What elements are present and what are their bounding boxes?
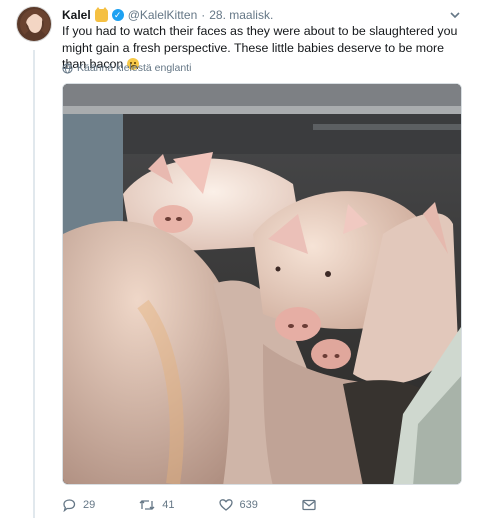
envelope-icon: [302, 499, 316, 511]
avatar[interactable]: [16, 6, 52, 42]
reply-count: 29: [83, 499, 96, 511]
like-count: 639: [239, 499, 258, 511]
separator-dot: ·: [201, 8, 206, 22]
thread-line: [33, 50, 35, 518]
retweet-button[interactable]: 41: [139, 498, 175, 512]
tweet-header: Kalel ✓ @KalelKitten · 28. maalisk.: [62, 6, 273, 23]
reply-icon: [62, 498, 76, 512]
more-options-chevron-icon[interactable]: [448, 8, 462, 22]
globe-icon: [62, 62, 73, 74]
cat-emoji-icon: [94, 6, 108, 22]
retweet-icon: [139, 498, 155, 512]
tweet-date[interactable]: 28. maalisk.: [209, 8, 273, 22]
retweet-count: 41: [162, 499, 175, 511]
avatar-face: [28, 14, 42, 33]
translate-label[interactable]: Käännä kielestä englanti: [77, 62, 191, 74]
direct-message-button[interactable]: [302, 499, 316, 511]
author-handle[interactable]: @KalelKitten: [128, 8, 198, 22]
translate-link[interactable]: Käännä kielestä englanti: [62, 61, 191, 75]
pigs-photo-illustration: [63, 84, 461, 484]
tweet-actions: 29 41 639: [62, 496, 360, 514]
like-button[interactable]: 639: [218, 498, 258, 512]
verified-badge-icon: ✓: [111, 9, 124, 21]
tweet-photo[interactable]: [62, 83, 462, 485]
reply-button[interactable]: 29: [62, 498, 95, 512]
heart-icon: [218, 498, 233, 512]
author-name[interactable]: Kalel: [62, 8, 91, 22]
